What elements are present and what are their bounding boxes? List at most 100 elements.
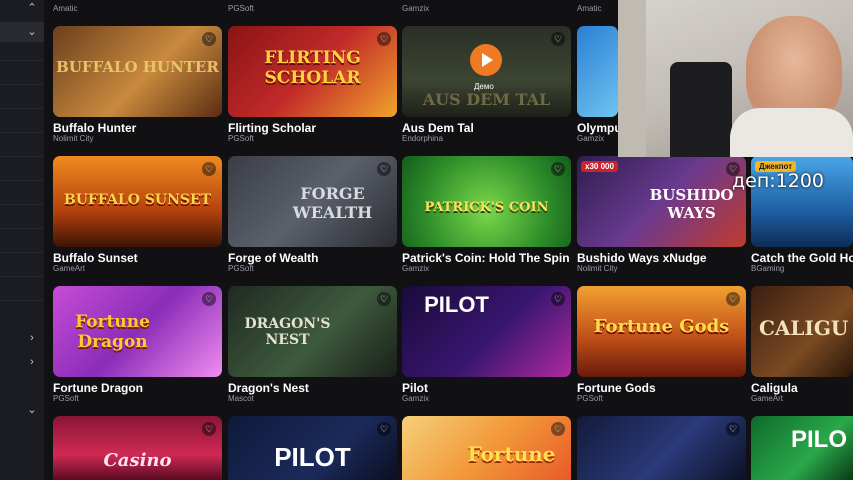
heart-icon[interactable]: ♡ (551, 162, 565, 176)
game-logo: BUFFALO HUNTER (56, 58, 219, 76)
game-provider: PGSoft (577, 394, 603, 403)
game-card-olympus[interactable] (577, 26, 618, 117)
game-card-cup-pilot[interactable]: PILO (751, 416, 853, 480)
game-card-forge-of-wealth[interactable]: FORGE WEALTH ♡ (228, 156, 397, 247)
game-card-fortune-mouse[interactable]: Fortune ♡ (402, 416, 571, 480)
game-card-patricks-coin[interactable]: PATRICK'S COIN ♡ (402, 156, 571, 247)
game-provider: Gamzix (402, 264, 430, 273)
game-card-bushido-ways[interactable]: BUSHIDO WAYS x30 000 ♡ (577, 156, 746, 247)
game-provider: Mascot (228, 394, 254, 403)
game-logo: CALIGU (759, 316, 849, 340)
heart-icon[interactable]: ♡ (202, 32, 216, 46)
game-logo: PILO (791, 426, 848, 453)
game-logo: Fortune Dragon (75, 312, 150, 352)
game-provider: Gamzix (402, 394, 430, 403)
game-logo: FLIRTING SCHOLAR (264, 48, 361, 88)
game-logo: Fortune (467, 442, 556, 466)
webcam-overlay (618, 0, 853, 157)
game-card-pilot[interactable]: PILOT ♡ (402, 286, 571, 377)
heart-icon[interactable]: ♡ (377, 32, 391, 46)
game-title[interactable]: Catch the Gold Hold and (751, 251, 853, 265)
game-provider: Amatic (577, 4, 602, 13)
game-card-fortune-dragon[interactable]: Fortune Dragon ♡ (53, 286, 222, 377)
chevron-up-icon[interactable]: ⌃ (26, 2, 38, 14)
game-title[interactable]: Forge of Wealth (228, 251, 318, 265)
game-title[interactable]: Flirting Scholar (228, 121, 316, 135)
sidebar-divider (0, 300, 44, 301)
heart-icon[interactable]: ♡ (202, 422, 216, 436)
heart-icon[interactable]: ♡ (551, 422, 565, 436)
chevron-down-icon[interactable]: ⌄ (26, 404, 38, 416)
game-logo: DRAGON'S NEST (244, 316, 331, 348)
sidebar-divider (0, 84, 44, 85)
game-card-caligula[interactable]: CALIGU (751, 286, 853, 377)
game-card-vampire[interactable]: ♡ (577, 416, 746, 480)
game-provider: Nolimit City (53, 134, 94, 143)
multiplier-badge: x30 000 (581, 161, 618, 172)
game-thumbnail (577, 26, 618, 117)
demo-label[interactable]: Демо (474, 82, 494, 91)
sidebar-divider (0, 204, 44, 205)
game-provider: Gamzix (402, 4, 430, 13)
chevron-right-icon[interactable]: › (26, 356, 38, 368)
game-thumbnail (577, 416, 746, 480)
game-provider: Amatic (53, 4, 78, 13)
game-provider: PGSoft (228, 4, 254, 13)
heart-icon[interactable]: ♡ (377, 162, 391, 176)
game-card-buffalo-hunter[interactable]: BUFFALO HUNTER ♡ (53, 26, 222, 117)
game-logo: PATRICK'S COIN (424, 200, 549, 215)
sidebar-divider (0, 60, 44, 61)
sidebar-divider (0, 228, 44, 229)
game-title[interactable]: Buffalo Hunter (53, 121, 136, 135)
play-button[interactable] (470, 44, 502, 76)
game-card-flirting-scholar[interactable]: FLIRTING SCHOLAR ♡ (228, 26, 397, 117)
game-title[interactable]: Dragon's Nest (228, 381, 309, 395)
sidebar: ⌃ ⌄ › › ⌄ (0, 0, 44, 480)
heart-icon[interactable]: ♡ (377, 292, 391, 306)
heart-icon[interactable]: ♡ (551, 292, 565, 306)
game-card-coin-pilot[interactable]: PILOT ♡ (228, 416, 397, 480)
game-logo: PILOT (274, 442, 351, 472)
webcam-wall (618, 0, 646, 157)
game-provider: GameArt (751, 394, 784, 403)
game-title[interactable]: Fortune Gods (577, 381, 656, 395)
heart-icon[interactable]: ♡ (202, 162, 216, 176)
stream-overlay-text: деп:1200 (732, 170, 825, 192)
heart-icon[interactable]: ♡ (202, 292, 216, 306)
game-provider: BGaming (751, 264, 785, 273)
game-title[interactable]: Patrick's Coin: Hold The Spin (402, 251, 570, 265)
chevron-down-icon[interactable]: ⌄ (26, 26, 38, 38)
game-provider: Nolimit City (577, 264, 618, 273)
heart-icon[interactable]: ♡ (726, 422, 740, 436)
game-logo: Fortune Gods (593, 316, 730, 337)
game-provider: Endorphina (402, 134, 443, 143)
game-provider: PGSoft (228, 264, 254, 273)
game-card-casino[interactable]: Casino ♡ (53, 416, 222, 480)
chevron-right-icon[interactable]: › (26, 332, 38, 344)
heart-icon[interactable]: ♡ (726, 292, 740, 306)
sidebar-divider (0, 252, 44, 253)
game-title[interactable]: Bushido Ways xNudge (577, 251, 707, 265)
sidebar-divider (0, 276, 44, 277)
heart-icon[interactable]: ♡ (377, 422, 391, 436)
game-card-dragons-nest[interactable]: DRAGON'S NEST ♡ (228, 286, 397, 377)
webcam-chair (670, 62, 732, 157)
game-card-buffalo-sunset[interactable]: BUFFALO SUNSET ♡ (53, 156, 222, 247)
game-title[interactable]: Caligula (751, 381, 798, 395)
game-logo: BUSHIDO WAYS (649, 186, 734, 222)
game-logo: BUFFALO SUNSET (63, 192, 212, 208)
game-provider: Gamzix (577, 134, 605, 143)
game-provider: PGSoft (228, 134, 254, 143)
game-title[interactable]: Aus Dem Tal (402, 121, 474, 135)
game-card-fortune-gods[interactable]: Fortune Gods ♡ (577, 286, 746, 377)
game-title[interactable]: Olympus (577, 121, 618, 135)
sidebar-divider (0, 180, 44, 181)
game-title[interactable]: Fortune Dragon (53, 381, 143, 395)
sidebar-divider (0, 156, 44, 157)
heart-icon[interactable]: ♡ (551, 32, 565, 46)
game-logo: AUS DEM TAL (422, 90, 551, 109)
game-provider: GameArt (53, 264, 86, 273)
game-title[interactable]: Pilot (402, 381, 428, 395)
game-logo: PILOT (424, 292, 489, 317)
game-title[interactable]: Buffalo Sunset (53, 251, 138, 265)
